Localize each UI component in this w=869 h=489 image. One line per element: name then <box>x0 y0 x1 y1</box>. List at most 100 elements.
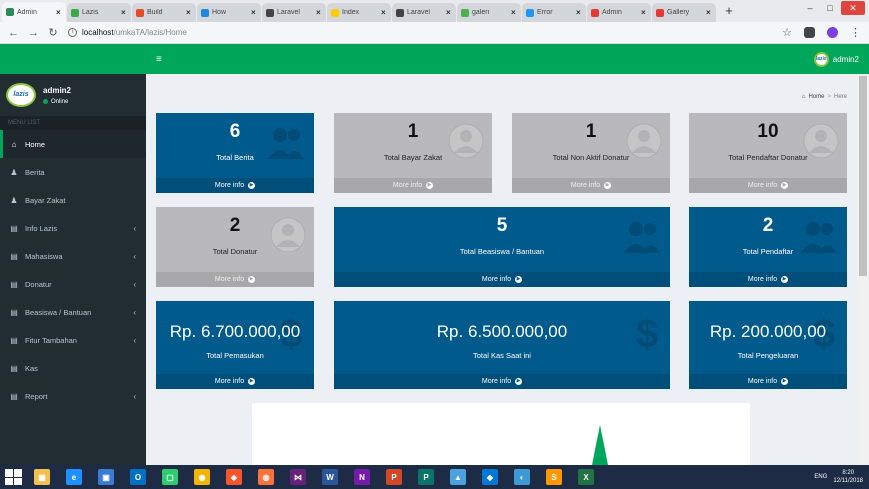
tab-close-icon[interactable]: × <box>56 8 62 17</box>
taskbar-sublime[interactable]: S <box>542 467 566 487</box>
more-info-link[interactable]: More info ▶ <box>689 272 847 287</box>
breadcrumb-home[interactable]: Home <box>808 94 824 100</box>
taskbar-brave[interactable]: ◈ <box>222 467 246 487</box>
tab-close-icon[interactable]: × <box>576 8 582 17</box>
browser-tab[interactable]: Admin × <box>587 3 651 22</box>
browser-menu-icon[interactable]: ⋮ <box>850 26 861 39</box>
user-icon: ♟ <box>10 195 18 205</box>
more-info-link[interactable]: More info ▶ <box>689 374 847 389</box>
taskbar-internet-explorer[interactable]: e <box>62 467 86 487</box>
sidebar-item-label: Mahasiswa <box>25 251 63 261</box>
tab-title: Build <box>147 9 163 16</box>
hamburger-icon[interactable]: ≡ <box>156 54 162 65</box>
scrollbar[interactable] <box>857 74 869 465</box>
sidebar-item-beasiswa-bantuan[interactable]: ▤ Beasiswa / Bantuan ‹ <box>0 298 146 326</box>
tab-title: Admin <box>602 9 622 16</box>
document-icon: ▤ <box>10 223 18 233</box>
taskbar-firefox[interactable]: ◍ <box>254 467 278 487</box>
document-icon: ▤ <box>10 307 18 317</box>
control-panel-icon: ▣ <box>98 469 114 485</box>
browser-tab[interactable]: Error × <box>522 3 586 22</box>
taskbar-excel[interactable]: X <box>574 467 598 487</box>
taskbar-photos[interactable]: ▲ <box>446 467 470 487</box>
site-info-icon[interactable]: i <box>68 28 77 37</box>
reload-icon[interactable]: ↻ <box>48 26 58 39</box>
favicon-icon <box>461 8 469 17</box>
sidebar-item-kas[interactable]: ▤ Kas <box>0 354 146 382</box>
sidebar-item-fitur-tambahan[interactable]: ▤ Fitur Tambahan ‹ <box>0 326 146 354</box>
sidebar-item-home[interactable]: ⌂ Home <box>0 130 146 158</box>
forward-icon[interactable]: → <box>28 27 39 39</box>
user-menu[interactable]: lazis admin2 <box>813 51 859 67</box>
sidebar-item-mahasiswa[interactable]: ▤ Mahasiswa ‹ <box>0 242 146 270</box>
more-info-link[interactable]: More info ▶ <box>512 178 670 193</box>
taskbar-file-explorer[interactable]: ▦ <box>30 467 54 487</box>
taskbar-control-panel[interactable]: ▣ <box>94 467 118 487</box>
browser-tab[interactable]: How × <box>197 3 261 22</box>
tab-close-icon[interactable]: × <box>316 8 322 17</box>
browser-tab[interactable]: Admin × <box>2 2 66 22</box>
sidebar-item-label: Berita <box>25 167 45 177</box>
taskbar-terminal[interactable]: ▢ <box>158 467 182 487</box>
browser-tab[interactable]: Build × <box>132 3 196 22</box>
sidebar-item-berita[interactable]: ♟ Berita <box>0 158 146 186</box>
tab-close-icon[interactable]: × <box>511 8 517 17</box>
extension-icon[interactable] <box>804 27 815 38</box>
browser-tab[interactable]: Laravel × <box>392 3 456 22</box>
browser-tab[interactable]: Lazis × <box>67 3 131 22</box>
taskbar-paint[interactable]: ◐ <box>510 467 534 487</box>
taskbar-visual-studio[interactable]: ⋈ <box>286 467 310 487</box>
more-info-link[interactable]: More info ▶ <box>156 178 314 193</box>
internet-explorer-icon: e <box>66 469 82 485</box>
tab-close-icon[interactable]: × <box>641 8 647 17</box>
taskbar-chrome[interactable]: ◉ <box>190 467 214 487</box>
tab-close-icon[interactable]: × <box>251 8 257 17</box>
close-window-button[interactable]: ✕ <box>841 1 865 15</box>
browser-tab[interactable]: Gallery × <box>652 3 716 22</box>
tab-close-icon[interactable]: × <box>446 8 452 17</box>
money-label: Total Pengeluaran <box>737 351 799 360</box>
minimize-button[interactable]: – <box>801 1 819 15</box>
more-info-link[interactable]: More info ▶ <box>689 178 847 193</box>
sidebar-item-info-lazis[interactable]: ▤ Info Lazis ‹ <box>0 214 146 242</box>
more-info-link[interactable]: More info ▶ <box>334 178 492 193</box>
browser-tab[interactable]: galeri × <box>457 3 521 22</box>
favicon-icon <box>266 8 274 17</box>
maximize-button[interactable]: □ <box>821 1 839 15</box>
sidebar-item-report[interactable]: ▤ Report ‹ <box>0 382 146 410</box>
tab-close-icon[interactable]: × <box>121 8 127 17</box>
profile-icon[interactable] <box>827 27 838 38</box>
taskbar-vscode[interactable]: ◆ <box>478 467 502 487</box>
taskbar-word[interactable]: W <box>318 467 342 487</box>
stat-box: 1 Total Bayar Zakat More info ▶ <box>334 113 492 193</box>
stat-value: 10 <box>757 121 779 142</box>
taskbar-outlook[interactable]: O <box>126 467 150 487</box>
more-info-label: More info <box>214 276 245 283</box>
sidebar-item-donatur[interactable]: ▤ Donatur ‹ <box>0 270 146 298</box>
sidebar-item-label: Donatur <box>25 279 52 289</box>
more-info-link[interactable]: More info ▶ <box>334 272 670 287</box>
scroll-thumb[interactable] <box>859 76 867 276</box>
browser-tab[interactable]: Laravel × <box>262 3 326 22</box>
bookmark-star-icon[interactable]: ☆ <box>782 26 792 39</box>
back-icon[interactable]: ← <box>8 27 19 39</box>
stat-value: 2 <box>229 215 241 236</box>
windows-start-icon[interactable] <box>4 468 22 486</box>
more-info-link[interactable]: More info ▶ <box>156 272 314 287</box>
clock[interactable]: 8:20 12/11/2018 <box>833 469 863 485</box>
tray-language[interactable]: ENG <box>814 474 827 480</box>
browser-tab[interactable]: Index × <box>327 3 391 22</box>
taskbar-onenote[interactable]: N <box>350 467 374 487</box>
taskbar-powerpoint[interactable]: P <box>382 467 406 487</box>
tab-close-icon[interactable]: × <box>706 8 712 17</box>
more-info-link[interactable]: More info ▶ <box>156 374 314 389</box>
tab-close-icon[interactable]: × <box>186 8 192 17</box>
tab-close-icon[interactable]: × <box>381 8 387 17</box>
stat-box: 5 Total Beasiswa / Bantuan More info ▶ <box>334 207 670 287</box>
new-tab-button[interactable]: + <box>721 4 737 20</box>
sidebar-item-bayar-zakat[interactable]: ♟ Bayar Zakat <box>0 186 146 214</box>
taskbar-publisher[interactable]: P <box>414 467 438 487</box>
address-bar: ← → ↻ i localhost/umkaTA/lazis/Home ☆ ⋮ <box>0 22 869 44</box>
more-info-link[interactable]: More info ▶ <box>334 374 670 389</box>
url-input[interactable]: i localhost/umkaTA/lazis/Home <box>68 25 772 41</box>
